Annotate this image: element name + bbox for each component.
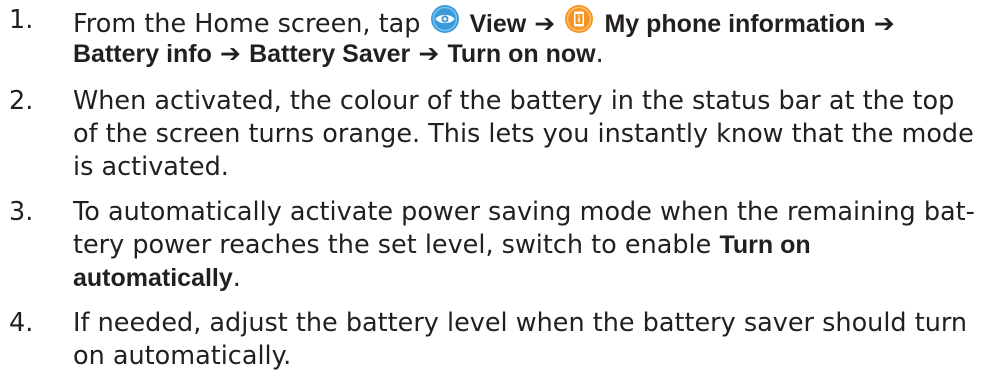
phone-info-icon	[564, 4, 594, 34]
arrow-right-icon: ➔	[418, 39, 440, 68]
step-text-line: When activated, the colour of the batter…	[73, 86, 955, 116]
arrow-right-icon: ➔	[534, 9, 556, 38]
my-phone-info-label: My phone information	[604, 10, 866, 38]
view-label: View	[469, 10, 527, 38]
step-text: From the Home screen, tap View ➔ My phon…	[73, 4, 988, 70]
step-number: 3.	[9, 197, 34, 227]
step-text: To automatically activate power saving m…	[73, 196, 988, 295]
step-text-line: of the screen turns orange. This lets yo…	[73, 119, 974, 149]
step-text-line: If needed, adjust the battery level when…	[73, 308, 968, 338]
instruction-steps: 1. From the Home screen, tap View ➔ My p…	[0, 0, 992, 384]
step-number: 2.	[9, 86, 34, 116]
automatically-label: automatically	[73, 264, 233, 292]
step-text-line: tery power reaches the set level, switch…	[73, 230, 712, 260]
turn-on-label: Turn on	[719, 231, 811, 259]
step-text: If needed, adjust the battery level when…	[73, 307, 988, 373]
battery-saver-label: Battery Saver	[249, 40, 411, 68]
step-text-line: To automatically activate power saving m…	[73, 197, 975, 227]
step-text-line: on automatically.	[73, 341, 292, 371]
arrow-right-icon: ➔	[873, 9, 895, 38]
step-text: When activated, the colour of the batter…	[73, 85, 988, 184]
step-3: 3. To automatically activate power savin…	[0, 196, 992, 295]
step-number: 1.	[9, 5, 34, 35]
battery-info-label: Battery info	[73, 40, 212, 68]
view-eye-icon	[430, 4, 460, 34]
step-2: 2. When activated, the colour of the bat…	[0, 85, 992, 184]
arrow-right-icon: ➔	[220, 39, 241, 68]
step-number: 4.	[9, 308, 34, 338]
turn-on-now-label: Turn on now	[447, 40, 596, 68]
step-1: 1. From the Home screen, tap View ➔ My p…	[0, 4, 992, 72]
step-4: 4. If needed, adjust the battery level w…	[0, 307, 992, 373]
step-text-line: is activated.	[73, 152, 229, 182]
step-text-suffix: .	[232, 263, 241, 293]
step-text-suffix: .	[595, 39, 604, 69]
step-text-prefix: From the Home screen, tap	[73, 9, 421, 39]
